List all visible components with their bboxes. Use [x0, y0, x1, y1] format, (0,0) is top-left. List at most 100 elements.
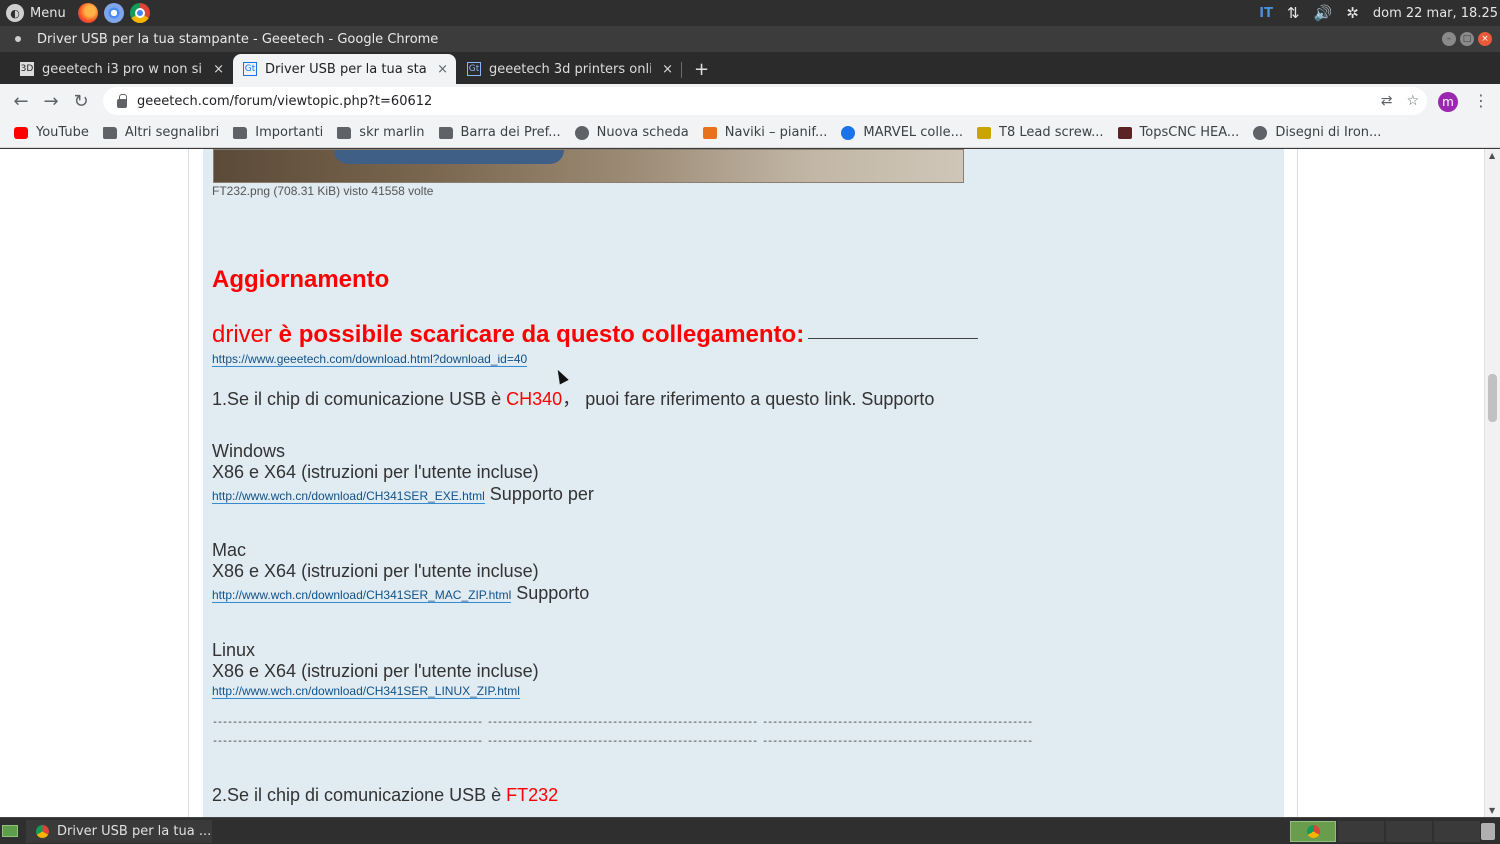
back-button[interactable]: ←	[6, 91, 36, 112]
bookmark-label: T8 Lead screw...	[999, 125, 1104, 140]
input-method-indicator[interactable]: IT	[1259, 6, 1273, 21]
windows-after-text: Supporto per	[484, 484, 594, 504]
close-tab-icon[interactable]: ×	[437, 62, 448, 77]
firefox-launcher-icon[interactable]	[77, 3, 98, 23]
underline-rule	[808, 338, 979, 339]
gt-favicon: Gt	[467, 62, 481, 76]
maximize-button[interactable]: □	[1460, 32, 1474, 46]
chrome-workspace-icon	[1306, 825, 1320, 838]
windows-driver-link[interactable]: http://www.wch.cn/download/CH341SER_EXE.…	[212, 489, 485, 504]
scroll-thumb[interactable]	[1488, 374, 1497, 422]
chrome-launcher-icon[interactable]	[129, 3, 150, 23]
bookmark-topscnc[interactable]: TopsCNC HEA...	[1117, 125, 1239, 140]
linux-label: Linux	[212, 640, 256, 660]
dash-separator: ----------------------------------------…	[212, 737, 1033, 748]
settings-gear-icon[interactable]: ✲	[1346, 4, 1359, 22]
tab-separator	[681, 62, 682, 78]
attachment-image-detail	[334, 150, 564, 164]
ft232-chip: FT232	[506, 785, 559, 805]
reload-button[interactable]: ↻	[66, 91, 96, 112]
taskbar-window-label: Driver USB per la tua ...	[57, 824, 212, 839]
tab-geeetech-printers[interactable]: Gt geeetech 3d printers onli ×	[457, 54, 681, 84]
mint-logo-icon: ◐	[6, 4, 24, 22]
driver-download-line: driver è possibile scaricare da questo c…	[212, 321, 979, 349]
mac-driver-link[interactable]: http://www.wch.cn/download/CH341SER_MAC_…	[212, 588, 512, 603]
workspace-4[interactable]	[1434, 821, 1480, 842]
ch340-line-suffix: ， puoi fare riferimento a questo link. S…	[562, 389, 935, 409]
ft232-line: 2.Se il chip di comunicazione USB è FT23…	[212, 785, 558, 806]
clock[interactable]: dom 22 mar, 18.25	[1373, 6, 1498, 21]
chromium-launcher-icon[interactable]	[103, 3, 124, 23]
bookmark-star-icon[interactable]: ☆	[1406, 93, 1419, 109]
mac-desc: X86 e X64 (istruzioni per l'utente inclu…	[212, 561, 539, 581]
workspace-1[interactable]	[1290, 821, 1336, 842]
bookmarks-bar: YouTube Altri segnalibri Importanti skr …	[0, 118, 1500, 148]
folder-icon	[438, 126, 453, 139]
profile-avatar[interactable]: m	[1438, 92, 1458, 112]
bookmark-skr-marlin[interactable]: skr marlin	[337, 125, 425, 140]
new-tab-button[interactable]: +	[694, 59, 709, 80]
forward-button[interactable]: →	[36, 91, 66, 112]
taskbar-chrome-window[interactable]: Driver USB per la tua ...	[26, 820, 212, 843]
tab-label: geeetech 3d printers onli	[489, 61, 651, 77]
attachment-image[interactable]	[213, 149, 964, 183]
bookmark-label: Altri segnalibri	[124, 125, 220, 140]
mac-label: Mac	[212, 540, 247, 560]
lock-icon	[117, 93, 127, 108]
chrome-menu-icon[interactable]: ⋮	[1473, 91, 1489, 110]
workspace-2[interactable]	[1338, 821, 1384, 842]
address-bar[interactable]: geeetech.com/forum/viewtopic.php?t=60612…	[103, 87, 1427, 115]
youtube-icon	[14, 126, 28, 139]
tab-label: Driver USB per la tua stam	[265, 61, 427, 77]
dash-separator: ----------------------------------------…	[212, 718, 1033, 729]
close-tab-icon[interactable]: ×	[213, 62, 224, 77]
bookmark-label: Disegni di Iron...	[1275, 125, 1382, 140]
ft232-line-prefix: 2.Se il chip di comunicazione USB è	[212, 785, 507, 805]
show-desktop-icon[interactable]	[2, 825, 18, 837]
linux-driver-link[interactable]: http://www.wch.cn/download/CH341SER_LINU…	[212, 684, 520, 699]
bookmark-naviki[interactable]: Naviki – pianif...	[702, 125, 828, 140]
system-tray: IT ⇅ 🔊 ✲ dom 22 mar, 18.25	[1259, 0, 1500, 26]
trash-icon[interactable]	[1481, 823, 1495, 840]
os-menu-button[interactable]: ◐ Menu	[0, 0, 66, 26]
page-scrollbar[interactable]: ▲ ▼	[1484, 149, 1500, 817]
naviki-icon	[702, 126, 717, 139]
bookmark-label: Importanti	[255, 125, 324, 140]
topscnc-icon	[1117, 126, 1132, 139]
tab-geeetech-i3[interactable]: 3D geeetech i3 pro w non si c ×	[0, 54, 232, 84]
bookmark-importanti[interactable]: Importanti	[233, 125, 323, 140]
bookmark-altri-segnalibri[interactable]: Altri segnalibri	[102, 125, 220, 140]
close-window-button[interactable]: ×	[1478, 32, 1492, 46]
browser-toolbar: ← → ↻ geeetech.com/forum/viewtopic.php?t…	[0, 84, 1500, 118]
os-bottom-panel: Driver USB per la tua ...	[0, 817, 1500, 844]
tab-driver-usb[interactable]: Gt Driver USB per la tua stam ×	[233, 54, 456, 84]
volume-icon[interactable]: 🔊	[1314, 4, 1333, 22]
scroll-up-arrow-icon[interactable]: ▲	[1489, 151, 1495, 160]
bookmark-disegni-iron[interactable]: Disegni di Iron...	[1253, 125, 1381, 140]
panel-launchers	[77, 3, 150, 23]
bookmark-nuova-scheda[interactable]: Nuova scheda	[574, 125, 689, 140]
bookmark-barra-preferiti[interactable]: Barra dei Pref...	[438, 125, 561, 140]
geeetech-download-link[interactable]: https://www.geeetech.com/download.html?d…	[212, 352, 528, 367]
close-tab-icon[interactable]: ×	[662, 62, 673, 77]
bookmark-label: Barra dei Pref...	[460, 125, 561, 140]
os-top-panel: ◐ Menu IT ⇅ 🔊 ✲ dom 22 mar, 18.25	[0, 0, 1500, 26]
bookmark-label: Naviki – pianif...	[724, 125, 828, 140]
t8-icon	[977, 126, 992, 139]
network-icon[interactable]: ⇅	[1287, 4, 1300, 22]
bookmark-label: skr marlin	[359, 125, 425, 140]
os-menu-label: Menu	[30, 5, 66, 21]
bookmark-t8-lead-screw[interactable]: T8 Lead screw...	[977, 125, 1104, 140]
translate-icon[interactable]: ⇄	[1381, 93, 1393, 109]
workspace-3[interactable]	[1386, 821, 1432, 842]
bookmark-label: Nuova scheda	[596, 125, 689, 140]
screen: ◐ Menu IT ⇅ 🔊 ✲ dom 22 mar, 18.25 Driver…	[0, 0, 1500, 844]
driver-download-text: è possibile scaricare da questo collegam…	[272, 321, 805, 348]
bookmark-label: MARVEL colle...	[863, 125, 964, 140]
bookmark-marvel[interactable]: MARVEL colle...	[841, 125, 963, 140]
minimize-button[interactable]: –	[1442, 32, 1456, 46]
scroll-down-arrow-icon[interactable]: ▼	[1489, 806, 1495, 815]
mac-link-line: http://www.wch.cn/download/CH341SER_MAC_…	[212, 583, 589, 604]
folder-icon	[233, 126, 248, 139]
bookmark-youtube[interactable]: YouTube	[14, 125, 89, 140]
